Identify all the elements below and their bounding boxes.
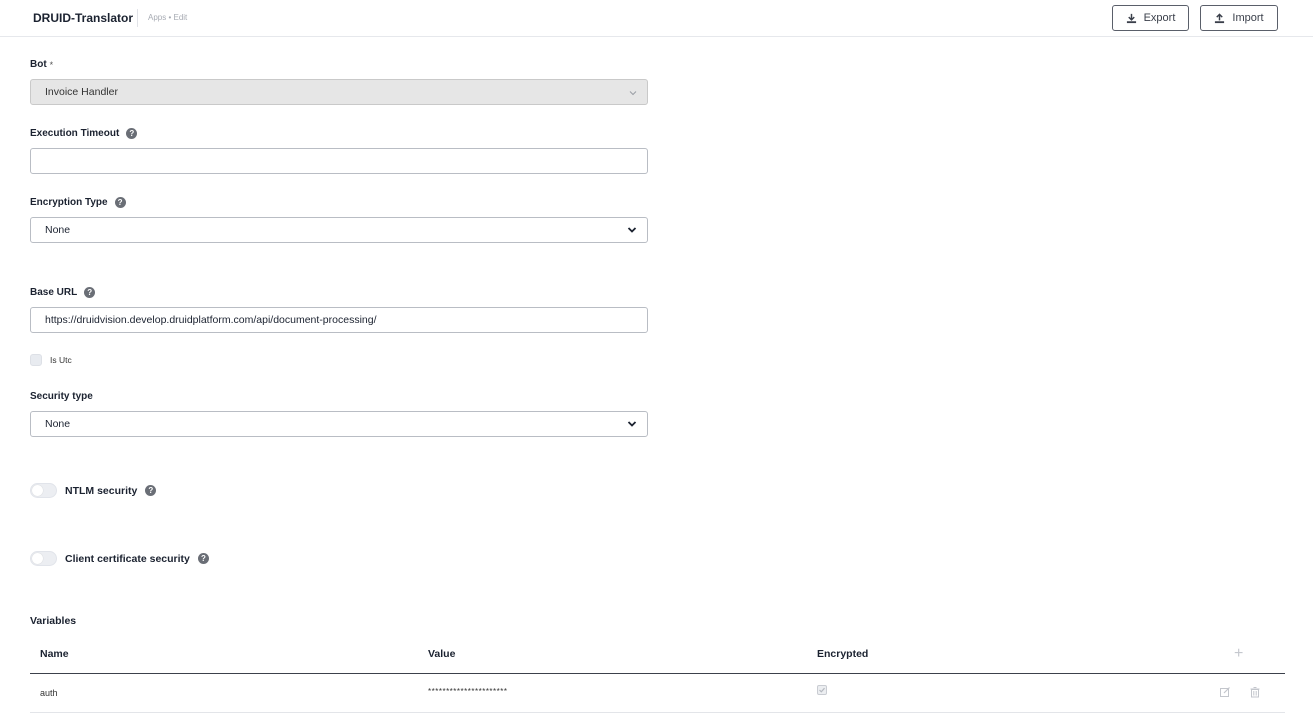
breadcrumb[interactable]: Apps • Edit xyxy=(148,13,187,22)
is-utc-row: Is Utc xyxy=(30,354,72,366)
bot-label: Bot * xyxy=(30,59,53,70)
table-row: auth ********************** xyxy=(30,674,1285,713)
check-icon xyxy=(819,687,825,693)
is-utc-label: Is Utc xyxy=(50,355,72,365)
ntlm-security-toggle[interactable] xyxy=(30,483,57,498)
import-label: Import xyxy=(1232,12,1264,24)
column-header-encrypted: Encrypted xyxy=(817,648,869,660)
bot-label-text: Bot xyxy=(30,59,47,70)
plus-icon[interactable]: + xyxy=(1234,646,1243,662)
bot-select-value: Invoice Handler xyxy=(45,86,118,98)
encryption-type-value: None xyxy=(45,224,71,236)
base-url-value: https://druidvision.develop.druidplatfor… xyxy=(45,314,377,326)
client-certificate-security-row: Client certificate security ? xyxy=(30,551,209,566)
execution-timeout-label: Execution Timeout ? xyxy=(30,128,138,139)
ntlm-security-label: NTLM security xyxy=(65,484,138,497)
encryption-type-label-text: Encryption Type xyxy=(30,197,108,208)
client-certificate-security-label: Client certificate security xyxy=(65,552,190,565)
chevron-down-icon xyxy=(627,227,637,233)
execution-timeout-input[interactable] xyxy=(30,148,648,174)
app-title: DRUID-Translator xyxy=(33,11,134,25)
export-button[interactable]: Export xyxy=(1112,5,1189,31)
variables-table: Name Value Encrypted + auth ************… xyxy=(30,637,1285,713)
table-header: Name Value Encrypted + xyxy=(30,637,1285,674)
client-certificate-security-toggle[interactable] xyxy=(30,551,57,566)
chevron-down-icon xyxy=(627,421,637,427)
download-icon xyxy=(1126,13,1136,23)
execution-timeout-label-text: Execution Timeout xyxy=(30,128,120,139)
bot-select[interactable]: Invoice Handler xyxy=(30,79,648,105)
base-url-label: Base URL ? xyxy=(30,287,96,298)
export-label: Export xyxy=(1143,12,1176,24)
security-type-label: Security type xyxy=(30,391,93,402)
edit-icon[interactable] xyxy=(1219,686,1231,698)
question-circle-icon[interactable]: ? xyxy=(114,197,126,208)
question-circle-icon[interactable]: ? xyxy=(84,287,96,298)
breadcrumb-divider xyxy=(137,9,138,27)
variable-value: ********************** xyxy=(428,687,508,696)
encryption-type-select[interactable]: None xyxy=(30,217,648,243)
security-type-select[interactable]: None xyxy=(30,411,648,437)
upload-icon xyxy=(1215,12,1225,23)
question-circle-icon[interactable]: ? xyxy=(197,553,209,564)
security-type-value: None xyxy=(45,418,71,430)
question-circle-icon[interactable]: ? xyxy=(145,485,157,496)
encrypted-checkbox xyxy=(817,685,827,695)
top-bar: DRUID-Translator Apps • Edit Export Impo… xyxy=(0,0,1313,37)
is-utc-checkbox[interactable] xyxy=(30,354,42,366)
import-button[interactable]: Import xyxy=(1200,5,1278,31)
encryption-type-label: Encryption Type ? xyxy=(30,197,126,208)
question-circle-icon[interactable]: ? xyxy=(126,128,138,139)
variable-name: auth xyxy=(40,688,58,698)
base-url-input[interactable]: https://druidvision.develop.druidplatfor… xyxy=(30,307,648,333)
chevron-down-icon xyxy=(629,91,637,96)
required-mark: * xyxy=(49,59,54,70)
variables-title: Variables xyxy=(30,615,77,627)
trash-icon[interactable] xyxy=(1249,686,1261,698)
ntlm-security-row: NTLM security ? xyxy=(30,483,157,498)
security-type-label-text: Security type xyxy=(30,391,93,402)
base-url-label-text: Base URL xyxy=(30,287,78,298)
column-header-value: Value xyxy=(428,648,456,660)
column-header-name: Name xyxy=(40,648,69,660)
